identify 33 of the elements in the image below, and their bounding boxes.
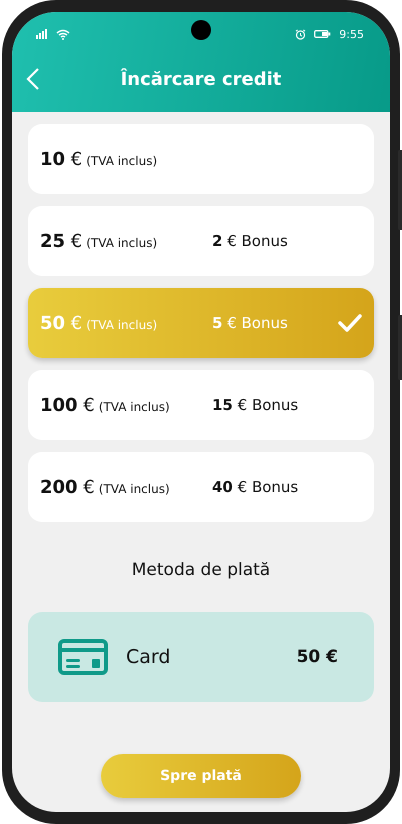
credit-amount: 200 € [40,476,95,498]
credit-option[interactable]: 10 € (TVA inclus) [28,124,374,194]
battery-icon [314,29,332,39]
alarm-icon [295,28,306,40]
credit-amount: 50 € [40,312,82,334]
credit-option[interactable]: 100 € (TVA inclus) 15 € Bonus [28,370,374,440]
back-button[interactable] [26,68,40,90]
credit-amount: 10 € [40,148,82,170]
credit-amount: 100 € [40,394,95,416]
signal-icon [36,29,48,39]
credit-amount: 25 € [40,230,82,252]
bonus-amount: 40 € Bonus [212,478,300,496]
credit-option[interactable]: 25 € (TVA inclus) 2 € Bonus [28,206,374,276]
check-icon [338,314,362,332]
credit-option[interactable]: 200 € (TVA inclus) 40 € Bonus [28,452,374,522]
section-heading: Metoda de plată [130,560,272,580]
payment-method-card[interactable]: Card 50 € [28,612,374,702]
wifi-icon [56,28,70,40]
vat-note: (TVA inclus) [86,236,158,250]
bonus-amount: 15 € Bonus [212,396,300,414]
credit-card-icon [58,639,108,675]
camera-hole [191,20,211,40]
status-time: 9:55 [339,28,364,40]
payment-total: 50 € [296,647,338,667]
vat-note: (TVA inclus) [98,400,170,414]
vat-note: (TVA inclus) [86,318,158,332]
bonus-amount: 5 € Bonus [212,314,289,332]
vat-note: (TVA inclus) [86,154,158,168]
back-icon [26,68,40,90]
screen-title: Încărcare credit [120,68,282,90]
payment-method-label: Card [126,646,170,668]
vat-note: (TVA inclus) [98,482,170,496]
bonus-amount: 2 € Bonus [212,232,289,250]
